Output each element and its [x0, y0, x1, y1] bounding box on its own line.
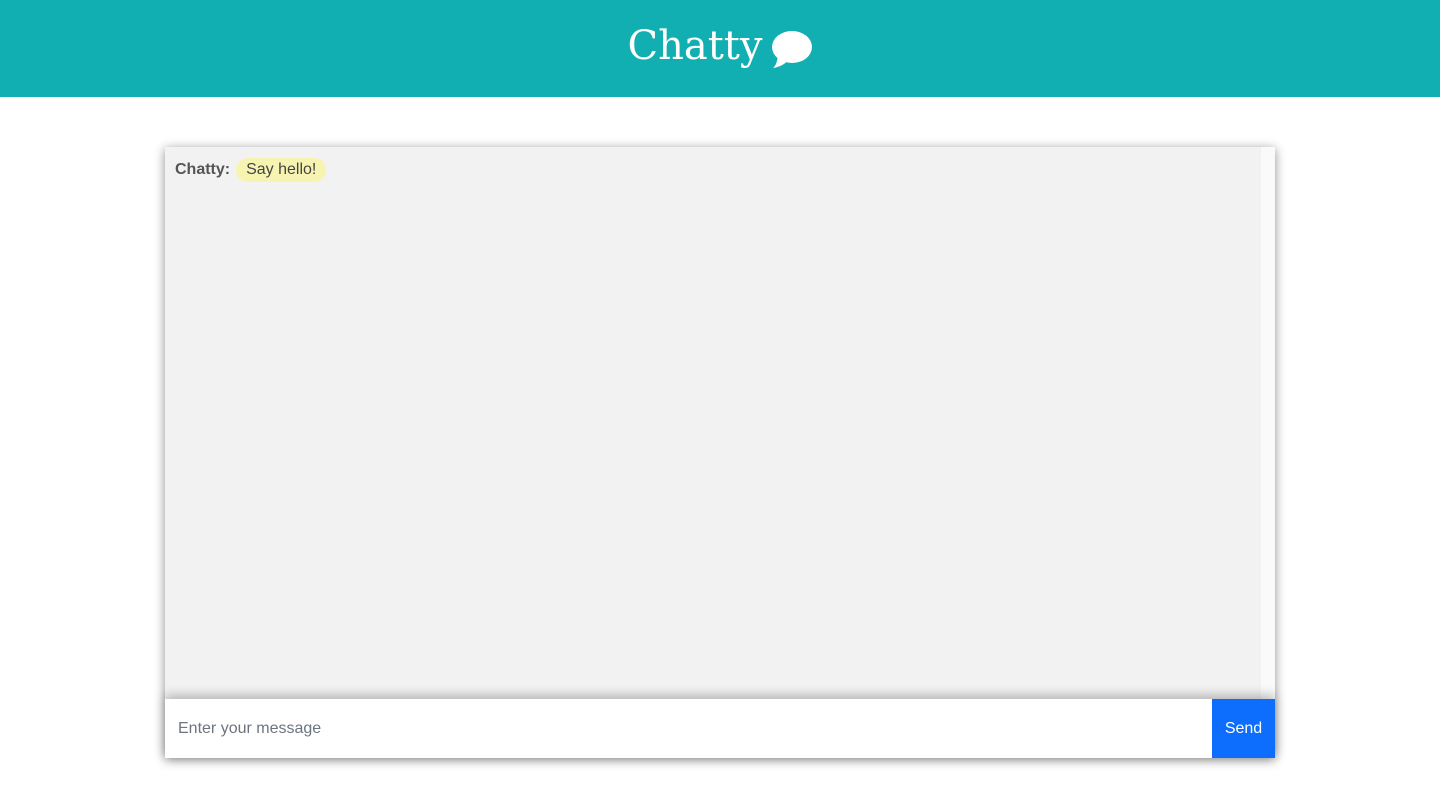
message-input[interactable]	[165, 699, 1212, 758]
brand: Chatty	[628, 21, 813, 71]
send-button[interactable]: Send	[1212, 699, 1275, 758]
list-item: Chatty: Say hello!	[175, 158, 327, 182]
message-sender: Chatty:	[175, 161, 231, 178]
message-composer: Send	[165, 699, 1275, 758]
message-list-scrollbar[interactable]	[1261, 147, 1275, 699]
speech-bubble-icon	[772, 30, 813, 71]
message-list[interactable]: Chatty: Say hello!	[165, 147, 1261, 699]
chat-window: Chatty: Say hello! Send	[165, 147, 1275, 758]
app-title: Chatty	[627, 22, 763, 69]
message-bubble: Say hello!	[236, 158, 327, 182]
app-header: Chatty	[0, 0, 1440, 97]
